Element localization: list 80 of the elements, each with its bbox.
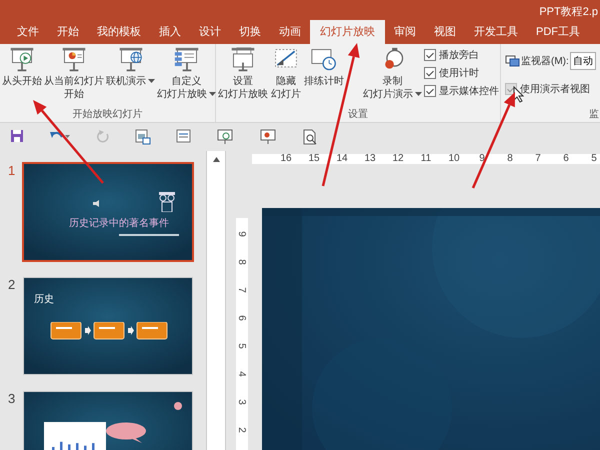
ruler-number: 5 [236, 342, 248, 351]
print-preview-icon[interactable] [302, 129, 317, 145]
ribbon-button[interactable]: 从头开始 [1, 46, 43, 89]
checkbox-option[interactable]: 播放旁白 [424, 48, 499, 62]
text-box-icon[interactable] [176, 129, 191, 145]
ribbon-button[interactable]: 录制 幻灯片演示 [362, 46, 423, 102]
ruler-number: 8 [236, 258, 248, 267]
subtitle-line [119, 234, 179, 237]
save-icon[interactable] [10, 129, 24, 145]
presentation-play-icon[interactable] [216, 129, 234, 145]
ruler-number: 11 [420, 154, 432, 164]
window-title: PPT教程2.p [539, 4, 599, 18]
ribbon-tab[interactable]: 动画 [270, 21, 310, 44]
dot-drawing [174, 402, 182, 410]
ruler-number: 9 [236, 230, 248, 239]
field-label: 监视器(M): [521, 54, 569, 68]
slide-title: 历史 [34, 292, 54, 306]
speaker-icon [93, 200, 101, 207]
ruler-number: 12 [391, 154, 405, 164]
slide-setup-icon [230, 47, 256, 73]
ruler-number: 5 [590, 154, 598, 164]
monitors-icon [505, 54, 520, 68]
ruler-number: 6 [236, 314, 248, 323]
picture-icon[interactable] [135, 129, 151, 145]
ruler-number: 8 [506, 154, 514, 164]
ribbon-tab[interactable]: 插入 [150, 21, 190, 44]
ruler-number: 9 [478, 154, 486, 164]
ruler-number: 14 [335, 154, 349, 164]
ruler-number: 6 [562, 154, 570, 164]
group-label: 监 [588, 108, 599, 122]
ribbon-button[interactable]: 设置 幻灯片放映 [217, 46, 269, 102]
ribbon-tab[interactable]: 我的模板 [88, 21, 150, 44]
ribbon-tab[interactable]: 视图 [425, 21, 465, 44]
timer-icon [311, 47, 337, 73]
ruler-number: 3 [236, 398, 248, 407]
ruler-number: 15 [307, 154, 321, 164]
slide-number: 2 [8, 277, 16, 292]
slide-title: 历史记录中的著名事件 [69, 216, 169, 230]
caret-icon[interactable] [209, 92, 216, 97]
group-label: 开始放映幻灯片 [72, 108, 144, 122]
monitor-dropdown[interactable]: 自动 [570, 52, 596, 70]
ribbon-button[interactable]: 隐藏 幻灯片 [270, 46, 302, 102]
scroll-up-icon [212, 157, 220, 162]
ribbon-tab[interactable]: 文件 [8, 21, 48, 44]
ribbon-button[interactable]: 自定义 幻灯片放映 [156, 46, 217, 102]
caret-icon[interactable] [415, 92, 422, 97]
presentation-chart-icon [61, 47, 87, 73]
ruler-number: 7 [236, 286, 248, 295]
ruler-number: 2 [236, 426, 248, 435]
ruler-number: 13 [363, 154, 377, 164]
ribbon-tab[interactable]: 切换 [230, 21, 270, 44]
column-capital-icon [159, 192, 175, 212]
checkbox-option[interactable]: 显示媒体控件 [424, 84, 499, 98]
slide-thumbnail[interactable]: 历史 [23, 277, 193, 375]
presentation-play-icon [9, 47, 35, 73]
slide-thumbnail[interactable]: 历史记录中的著名事件 [22, 162, 194, 262]
slide-number: 3 [8, 391, 16, 406]
slide-number: 1 [8, 163, 16, 178]
presentation-list-icon [174, 47, 200, 73]
group-label: 设置 [347, 108, 369, 122]
ribbon-tab[interactable]: 开始 [48, 21, 88, 44]
ribbon-button[interactable]: 从当前幻灯片 开始 [43, 46, 105, 102]
scroll-bar[interactable] [206, 151, 226, 450]
checkbox-option[interactable]: 使用计时 [424, 66, 499, 80]
speech-bubble-drawing [106, 422, 148, 444]
presentation-icon[interactable] [259, 129, 277, 145]
ribbon-tab[interactable]: PDF工具 [527, 21, 589, 44]
ribbon-tab[interactable]: 幻灯片放映 [310, 20, 385, 44]
bar-chart-drawing [44, 422, 106, 450]
ruler-number: 16 [279, 154, 293, 164]
caret-icon[interactable] [148, 78, 155, 84]
ruler-number: 7 [534, 154, 542, 164]
presentation-globe-icon [118, 47, 144, 73]
ruler-number: 4 [236, 370, 248, 379]
ribbon-tab[interactable]: 设计 [190, 21, 230, 44]
ribbon-button[interactable]: 排练计时 [303, 46, 345, 89]
ruler-number: 10 [447, 154, 461, 164]
ribbon-tab[interactable]: 审阅 [385, 21, 425, 44]
ribbon-tab[interactable]: 开发工具 [465, 21, 527, 44]
ribbon-button[interactable]: 联机演示 [105, 46, 156, 89]
